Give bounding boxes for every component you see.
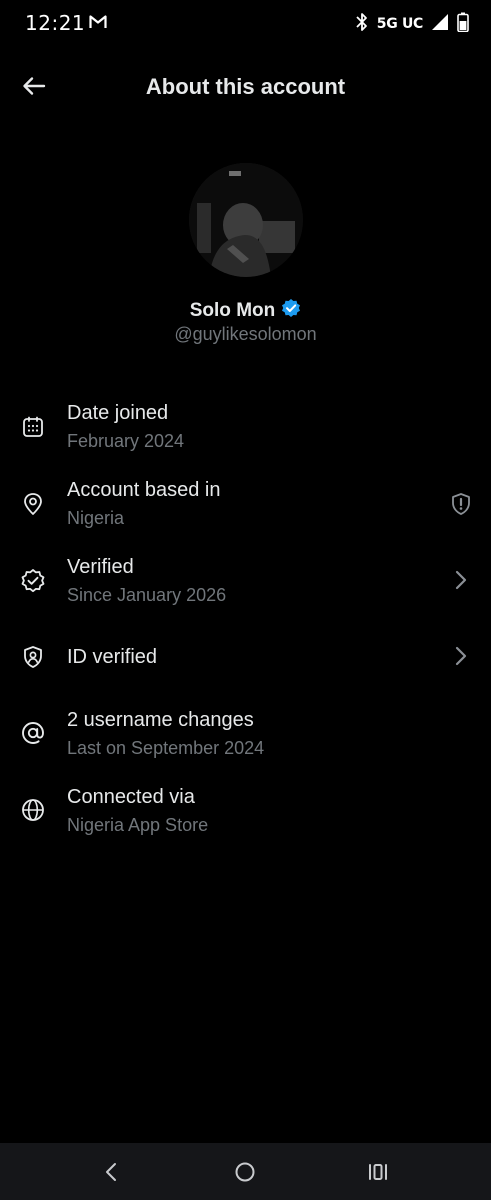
shield-alert-icon[interactable] — [449, 492, 473, 516]
recents-nav-icon[interactable] — [365, 1159, 391, 1185]
profile-name: Solo Mon — [189, 299, 276, 321]
app-header: About this account — [0, 60, 491, 116]
info-title: Connected via — [67, 786, 195, 808]
verified-badge-icon — [281, 298, 301, 323]
globe-icon — [20, 797, 46, 823]
status-time: 12:21 — [25, 11, 86, 35]
home-nav-icon[interactable] — [232, 1159, 258, 1185]
avatar[interactable] — [189, 163, 303, 277]
list-item-username-changes: 2 username changes Last on September 202… — [0, 703, 491, 779]
network-type: 5G UC — [376, 16, 424, 32]
list-item-id-verified[interactable]: ID verified — [0, 627, 491, 703]
profile-name-row: Solo Mon — [0, 298, 491, 323]
info-subtitle: Since January 2026 — [67, 585, 227, 605]
status-indicators: 5G UC — [355, 12, 469, 36]
list-item-connected-via: Connected via Nigeria App Store — [0, 780, 491, 856]
info-subtitle: Last on September 2024 — [67, 738, 265, 758]
info-subtitle: Nigeria — [67, 508, 125, 528]
info-title: 2 username changes — [67, 709, 254, 731]
chevron-right-icon — [449, 568, 473, 592]
battery-icon — [457, 12, 469, 37]
info-title: Account based in — [67, 479, 221, 501]
status-bar: 12:21 5G UC — [0, 0, 491, 48]
profile-handle: @guylikesolomon — [174, 324, 317, 344]
bluetooth-icon — [355, 12, 369, 37]
list-item-date-joined: Date joined February 2024 — [0, 396, 491, 472]
info-title: ID verified — [67, 646, 158, 668]
page-title: About this account — [145, 74, 346, 99]
list-item-account-based-in[interactable]: Account based in Nigeria — [0, 473, 491, 549]
id-shield-icon — [20, 644, 46, 670]
back-nav-icon[interactable] — [99, 1159, 125, 1185]
system-nav-bar — [0, 1143, 491, 1200]
info-title: Verified — [67, 556, 134, 578]
at-sign-icon — [20, 720, 46, 746]
info-subtitle: February 2024 — [67, 431, 185, 451]
chevron-right-icon — [449, 644, 473, 668]
verified-badge-outline-icon — [20, 568, 46, 594]
list-item-verified[interactable]: Verified Since January 2026 — [0, 550, 491, 626]
info-title: Date joined — [67, 402, 169, 424]
info-subtitle: Nigeria App Store — [67, 815, 209, 835]
gmail-icon — [89, 14, 107, 30]
location-pin-icon — [20, 491, 46, 517]
calendar-icon — [20, 414, 46, 440]
signal-icon — [431, 13, 449, 36]
